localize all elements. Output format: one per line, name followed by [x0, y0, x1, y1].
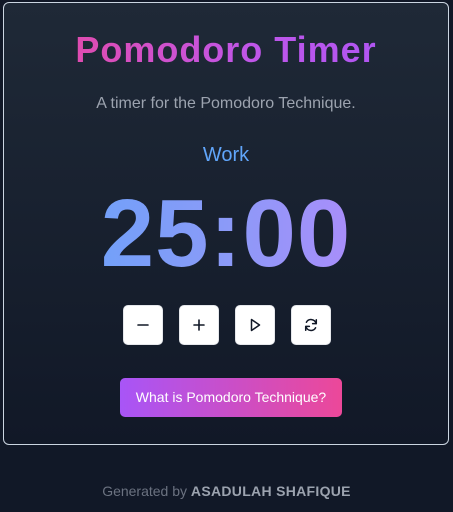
timer-display: 25:00 — [4, 183, 448, 285]
app-title: Pomodoro Timer — [4, 29, 448, 71]
decrease-time-button[interactable] — [123, 305, 163, 345]
footer-prefix: Generated by — [102, 483, 188, 499]
timer-mode-label: Work — [202, 144, 250, 166]
minus-icon — [137, 324, 149, 326]
reset-icon — [304, 318, 318, 332]
timer-controls — [123, 305, 339, 345]
increase-time-button[interactable] — [179, 305, 219, 345]
footer-credit: Generated by ASADULAH SHAFIQUE — [0, 482, 453, 500]
footer-author: ASADULAH SHAFIQUE — [190, 483, 351, 499]
reset-button[interactable] — [291, 305, 331, 345]
plus-icon — [193, 319, 205, 331]
start-button[interactable] — [235, 305, 275, 345]
app-subtitle: A timer for the Pomodoro Technique. — [96, 95, 356, 112]
what-is-pomodoro-button[interactable]: What is Pomodoro Technique? — [120, 378, 342, 417]
play-icon — [250, 318, 261, 332]
timer-card: Pomodoro Timer A timer for the Pomodoro … — [3, 2, 449, 445]
